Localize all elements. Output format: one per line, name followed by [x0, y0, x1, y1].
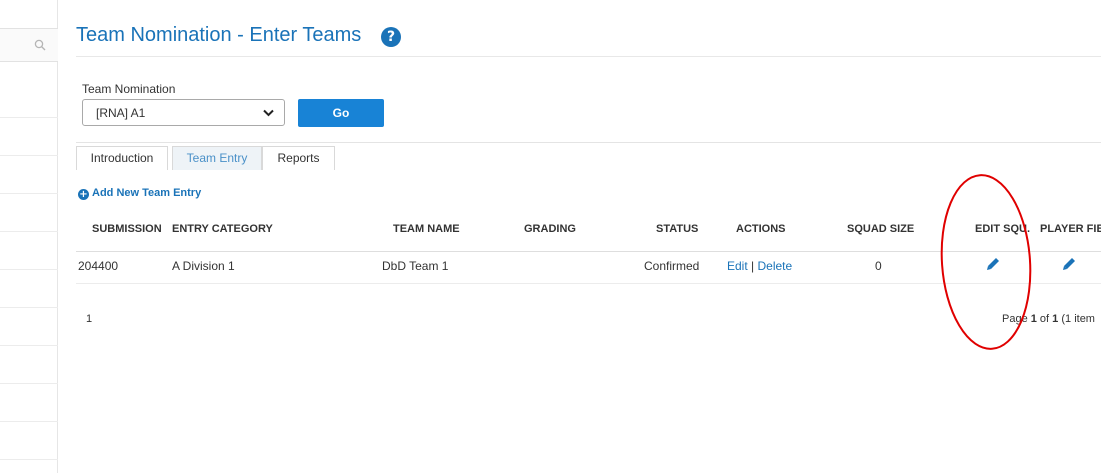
go-button[interactable]: Go — [298, 99, 384, 127]
sidebar-divider — [0, 383, 58, 384]
team-nomination-label: Team Nomination — [82, 82, 176, 96]
column-header-team-name: TEAM NAME — [393, 223, 460, 235]
add-new-team-entry-link[interactable]: + Add New Team Entry — [78, 187, 201, 200]
column-header-status: STATUS — [656, 223, 699, 235]
cell-team-name: DbD Team 1 — [382, 259, 449, 273]
team-nomination-value: [RNA] A1 — [96, 106, 146, 120]
sidebar-divider — [0, 421, 58, 422]
cell-submission: 204400 — [78, 259, 119, 273]
column-header-submission: SUBMISSION — [92, 223, 162, 235]
pager-of: of — [1036, 313, 1053, 325]
tab-team-entry[interactable]: Team Entry — [172, 146, 262, 170]
page-title: Team Nomination - Enter Teams — [76, 24, 362, 46]
sidebar-search[interactable] — [0, 28, 58, 62]
sidebar-divider — [0, 307, 58, 308]
sidebar-divider — [0, 193, 58, 194]
cell-status: Confirmed — [644, 259, 700, 273]
sidebar-divider — [0, 459, 58, 460]
cell-entry-category: A Division 1 — [172, 259, 235, 273]
team-nomination-select[interactable]: [RNA] A1 — [82, 99, 285, 126]
column-header-player-field: PLAYER FIELD — [1040, 223, 1101, 235]
column-header-squad-size: SQUAD SIZE — [847, 223, 915, 235]
plus-circle-icon: + — [78, 189, 89, 200]
actions-separator: | — [751, 259, 755, 273]
sidebar-divider — [0, 269, 58, 270]
pager-page-number[interactable]: 1 — [86, 313, 92, 325]
sidebar — [0, 0, 58, 473]
sidebar-divider — [0, 155, 58, 156]
help-icon[interactable]: ? — [381, 27, 401, 47]
tabs-divider — [76, 142, 1101, 143]
sidebar-divider — [0, 117, 58, 118]
sidebar-divider — [0, 345, 58, 346]
add-new-team-entry-label: Add New Team Entry — [92, 187, 202, 199]
edit-link[interactable]: Edit — [727, 259, 748, 273]
delete-link[interactable]: Delete — [758, 259, 793, 273]
tab-introduction[interactable]: Introduction — [76, 146, 168, 170]
column-header-grading: GRADING — [524, 223, 576, 235]
pager-suffix: (1 item — [1058, 313, 1095, 325]
cell-actions: Edit | Delete — [727, 259, 792, 273]
player-field-pencil-icon[interactable] — [1062, 257, 1076, 271]
column-header-entry-category: ENTRY CATEGORY — [172, 223, 273, 235]
sidebar-divider — [0, 231, 58, 232]
annotation-circle — [940, 174, 1032, 350]
chevron-down-icon — [263, 109, 274, 117]
title-divider — [76, 56, 1101, 57]
tab-reports[interactable]: Reports — [262, 146, 335, 170]
column-header-actions: ACTIONS — [736, 223, 786, 235]
search-icon — [34, 39, 46, 51]
cell-squad-size: 0 — [875, 259, 882, 273]
